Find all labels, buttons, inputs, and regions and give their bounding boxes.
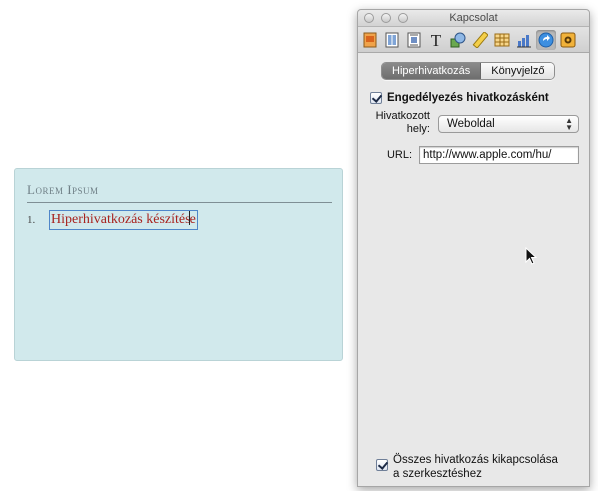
svg-text:T: T xyxy=(431,31,442,49)
disable-all-links-row[interactable]: Összes hivatkozás kikapcsolása a szerkes… xyxy=(376,453,558,481)
inspector-toolbar: T xyxy=(358,27,589,53)
enable-link-row[interactable]: Engedélyezés hivatkozásként xyxy=(370,92,549,104)
select-arrows-icon: ▲ ▼ xyxy=(565,116,573,132)
graphic-inspector-icon[interactable] xyxy=(448,30,468,50)
link-inspector-window: Kapcsolat T Hiperhivatkozás Könyvjelző E… xyxy=(357,9,590,487)
tab-bookmark[interactable]: Könyvjelző xyxy=(481,63,555,79)
url-input[interactable]: http://www.apple.com/hu/ xyxy=(419,146,579,164)
link-to-label-line2: hely: xyxy=(406,123,430,135)
title-bar[interactable]: Kapcsolat xyxy=(358,10,589,27)
disable-all-links-label-line2: a szerkesztéshez xyxy=(393,468,482,480)
enable-link-checkbox[interactable] xyxy=(370,92,382,104)
enable-link-label: Engedélyezés hivatkozásként xyxy=(387,92,549,104)
link-to-label-line1: Hivatkozott xyxy=(375,110,430,122)
disable-all-links-label: Összes hivatkozás kikapcsolása a szerkes… xyxy=(393,453,558,481)
document-inspector-icon[interactable] xyxy=(360,30,380,50)
hyperlink-text: Hiperhivatkozás készítés xyxy=(51,212,191,227)
link-to-value: Weboldal xyxy=(447,118,495,130)
disable-all-links-checkbox[interactable] xyxy=(376,459,388,471)
metrics-inspector-icon[interactable] xyxy=(470,30,490,50)
layout-inspector-icon[interactable] xyxy=(382,30,402,50)
hyperlink-text-selection[interactable]: Hiperhivatkozás készítése xyxy=(49,210,198,230)
document-heading: Lorem Ipsum xyxy=(27,182,332,203)
link-type-tabs: Hiperhivatkozás Könyvjelző xyxy=(381,62,556,80)
quicktime-inspector-icon[interactable] xyxy=(558,30,578,50)
wrap-inspector-icon[interactable] xyxy=(404,30,424,50)
disable-all-links-label-line1: Összes hivatkozás kikapcsolása xyxy=(393,454,558,466)
link-to-select[interactable]: Weboldal ▲ ▼ xyxy=(438,115,579,133)
url-label: URL: xyxy=(386,149,412,161)
text-inspector-icon[interactable]: T xyxy=(426,30,446,50)
chart-inspector-icon[interactable] xyxy=(514,30,534,50)
document-list-item: 1. Hiperhivatkozás készítése xyxy=(27,210,198,230)
window-title: Kapcsolat xyxy=(449,12,498,24)
link-to-label: Hivatkozott hely: xyxy=(366,110,430,136)
hyperlink-text-tail: e xyxy=(189,212,196,227)
mouse-pointer-icon xyxy=(525,246,538,268)
tab-hyperlink[interactable]: Hiperhivatkozás xyxy=(382,63,482,79)
link-inspector-icon[interactable] xyxy=(536,30,556,50)
table-inspector-icon[interactable] xyxy=(492,30,512,50)
list-number: 1. xyxy=(27,214,36,226)
document-text-box[interactable]: Lorem Ipsum 1. Hiperhivatkozás készítése xyxy=(14,168,343,361)
